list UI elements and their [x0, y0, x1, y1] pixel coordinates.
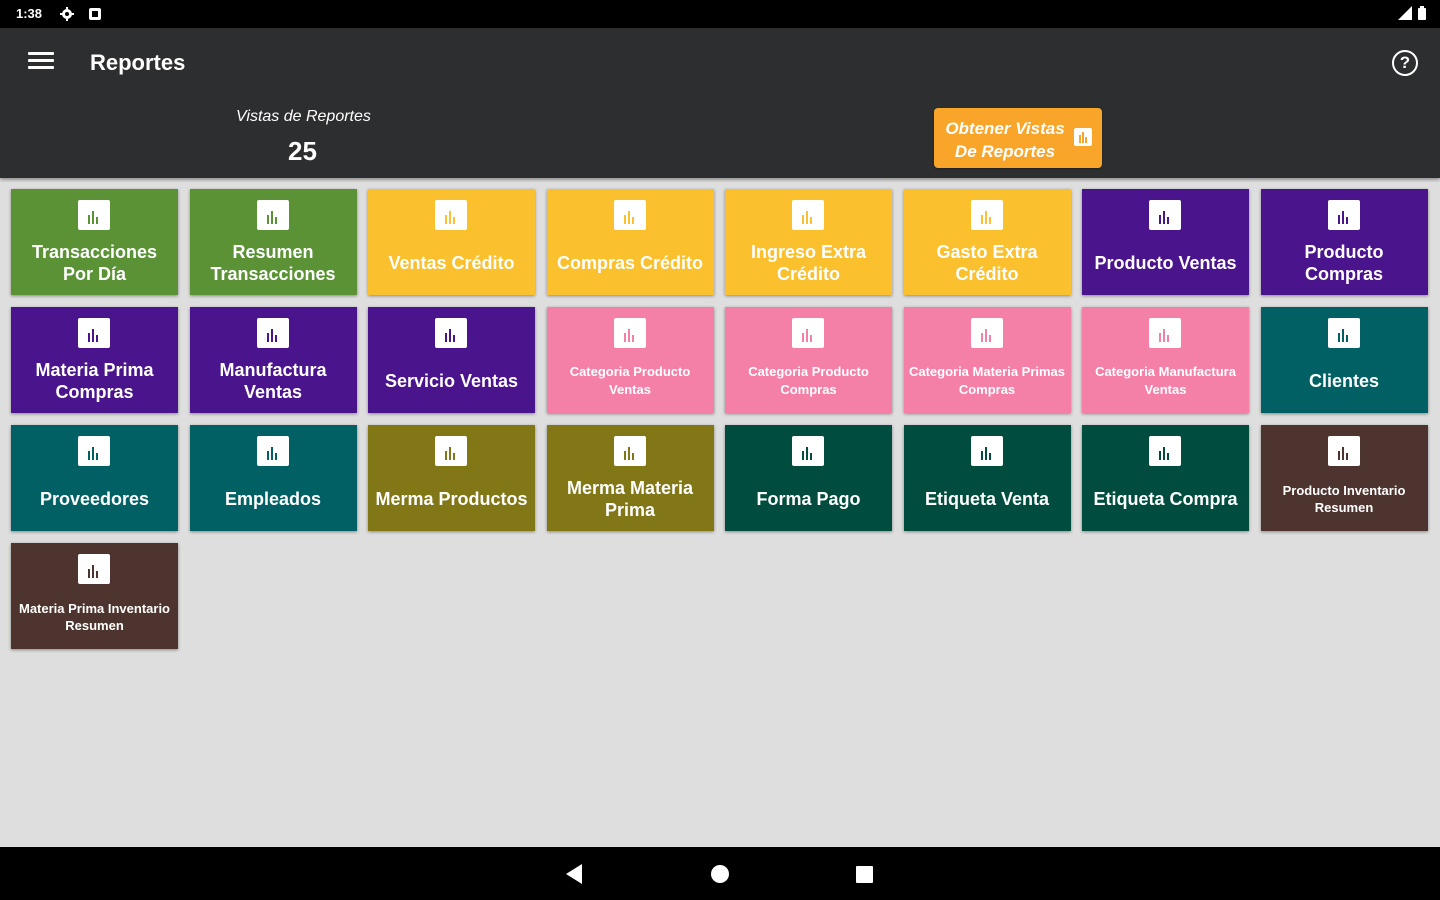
help-icon[interactable]: ? [1392, 50, 1418, 76]
get-report-views-button[interactable]: Obtener Vistas De Reportes [934, 108, 1102, 168]
report-tile[interactable]: Categoria Manufactura Ventas [1082, 307, 1249, 413]
report-tile-label: Etiqueta Venta [924, 489, 1050, 509]
report-tile[interactable]: Manufactura Ventas [189, 307, 357, 413]
back-icon[interactable] [566, 864, 582, 884]
views-count: 25 [288, 136, 317, 166]
notification-icon [89, 8, 101, 20]
report-tile-label: Manufactura Ventas [219, 360, 327, 402]
bar-chart-icon [1149, 318, 1181, 348]
bar-chart-icon [78, 554, 110, 584]
report-tile[interactable]: Empleados [189, 425, 357, 531]
report-tile-label: Resumen Transacciones [210, 242, 336, 284]
get-views-line2: De Reportes [954, 142, 1056, 161]
report-tile-label: Empleados [224, 489, 322, 509]
report-tile-label: Producto Inventario Resumen [1282, 483, 1406, 515]
bar-chart-icon [970, 436, 1003, 466]
bar-chart-icon [1149, 436, 1181, 466]
bar-chart-icon [1074, 128, 1092, 146]
report-tile[interactable]: Etiqueta Compra [1082, 425, 1249, 531]
report-tile-label: Compras Crédito [556, 253, 704, 273]
report-tile-label: Merma Productos [375, 489, 528, 509]
report-tile[interactable]: Categoria Materia Primas Compras [903, 307, 1071, 413]
report-tile[interactable]: Producto Inventario Resumen [1260, 425, 1428, 531]
bar-chart-icon [1327, 436, 1360, 466]
bar-chart-icon [792, 318, 824, 348]
report-tile-label: Forma Pago [756, 489, 861, 509]
bar-chart-icon [256, 200, 289, 230]
report-tile[interactable]: Producto Ventas [1082, 189, 1249, 295]
report-tile-label: Clientes [1308, 371, 1380, 391]
bar-chart-icon [1327, 200, 1360, 230]
report-grid: Transacciones Por Día Resumen Transaccion… [11, 189, 1431, 649]
bar-chart-icon [970, 318, 1003, 348]
get-views-line1: Obtener Vistas [945, 119, 1065, 138]
report-tile[interactable]: Clientes [1260, 307, 1428, 413]
report-tile-label: Gasto Extra Crédito [936, 242, 1038, 284]
bar-chart-icon [613, 200, 646, 230]
bar-chart-icon [78, 436, 110, 466]
app-bar: Reportes ? [0, 28, 1440, 100]
report-tile[interactable]: Merma Productos [368, 425, 535, 531]
bar-chart-icon [435, 318, 467, 348]
report-tile[interactable]: Ventas Crédito [368, 189, 535, 295]
report-tile-label: Producto Compras [1304, 242, 1384, 284]
bar-chart-icon [792, 200, 824, 230]
report-tile[interactable]: Transacciones Por Día [11, 189, 178, 295]
battery-icon [1418, 6, 1426, 20]
report-tile[interactable]: Categoria Producto Compras [725, 307, 892, 413]
report-tile[interactable]: Servicio Ventas [368, 307, 535, 413]
report-tile-label: Etiqueta Compra [1093, 489, 1238, 509]
signal-icon [1398, 6, 1412, 20]
report-tile-label: Ingreso Extra Crédito [750, 242, 867, 284]
status-time: 1:38 [16, 6, 43, 21]
bar-chart-icon [256, 318, 289, 348]
report-tile[interactable]: Gasto Extra Crédito [903, 189, 1071, 295]
report-tile-label: Categoria Manufactura Ventas [1095, 364, 1236, 397]
report-tile[interactable]: Proveedores [11, 425, 178, 531]
report-tile[interactable]: Compras Crédito [546, 189, 714, 295]
get-views-label: Obtener Vistas De Reportes [940, 117, 1070, 163]
report-tile-label: Materia Prima Inventario Resumen [19, 601, 170, 633]
report-tile[interactable]: Materia Prima Compras [11, 307, 178, 413]
report-tile-label: Proveedores [39, 489, 150, 509]
bar-chart-icon [78, 200, 110, 230]
bar-chart-icon [1327, 318, 1360, 348]
report-tile[interactable]: Resumen Transacciones [189, 189, 357, 295]
bar-chart-icon [970, 200, 1003, 230]
menu-icon[interactable] [28, 52, 54, 74]
report-tile[interactable]: Categoria Producto Ventas [546, 307, 714, 413]
report-tile-label: Ventas Crédito [388, 253, 515, 273]
report-summary: Vistas de Reportes 25 Obtener Vistas De … [0, 100, 1440, 178]
report-tile[interactable]: Producto Compras [1260, 189, 1428, 295]
settings-icon [60, 7, 74, 21]
bar-chart-icon [613, 318, 646, 348]
report-tile[interactable]: Etiqueta Venta [903, 425, 1071, 531]
recents-icon[interactable] [856, 866, 873, 883]
report-tile-label: Transacciones Por Día [31, 242, 158, 284]
report-tile-label: Categoria Producto Compras [748, 364, 869, 397]
bar-chart-icon [78, 318, 110, 348]
bar-chart-icon [435, 200, 467, 230]
report-tile-label: Servicio Ventas [384, 371, 519, 391]
bar-chart-icon [613, 436, 646, 466]
page-title: Reportes [90, 50, 186, 75]
status-right [1398, 6, 1426, 20]
report-tile[interactable]: Forma Pago [725, 425, 892, 531]
home-icon[interactable] [711, 865, 729, 883]
bar-chart-icon [1149, 200, 1181, 230]
report-tile-label: Categoria Materia Primas Compras [908, 364, 1066, 397]
report-tile-label: Producto Ventas [1094, 253, 1237, 273]
report-tile-label: Categoria Producto Ventas [569, 364, 691, 397]
report-tile-label: Merma Materia Prima [566, 478, 694, 520]
bar-chart-icon [256, 436, 289, 466]
bar-chart-icon [435, 436, 467, 466]
status-bar: 1:38 [0, 0, 1440, 28]
views-label: Vistas de Reportes [236, 108, 371, 125]
report-tile[interactable]: Materia Prima Inventario Resumen [11, 543, 178, 649]
report-tile-label: Materia Prima Compras [35, 360, 154, 402]
report-tile[interactable]: Merma Materia Prima [546, 425, 714, 531]
navigation-bar [0, 847, 1440, 900]
report-tile[interactable]: Ingreso Extra Crédito [725, 189, 892, 295]
bar-chart-icon [792, 436, 824, 466]
